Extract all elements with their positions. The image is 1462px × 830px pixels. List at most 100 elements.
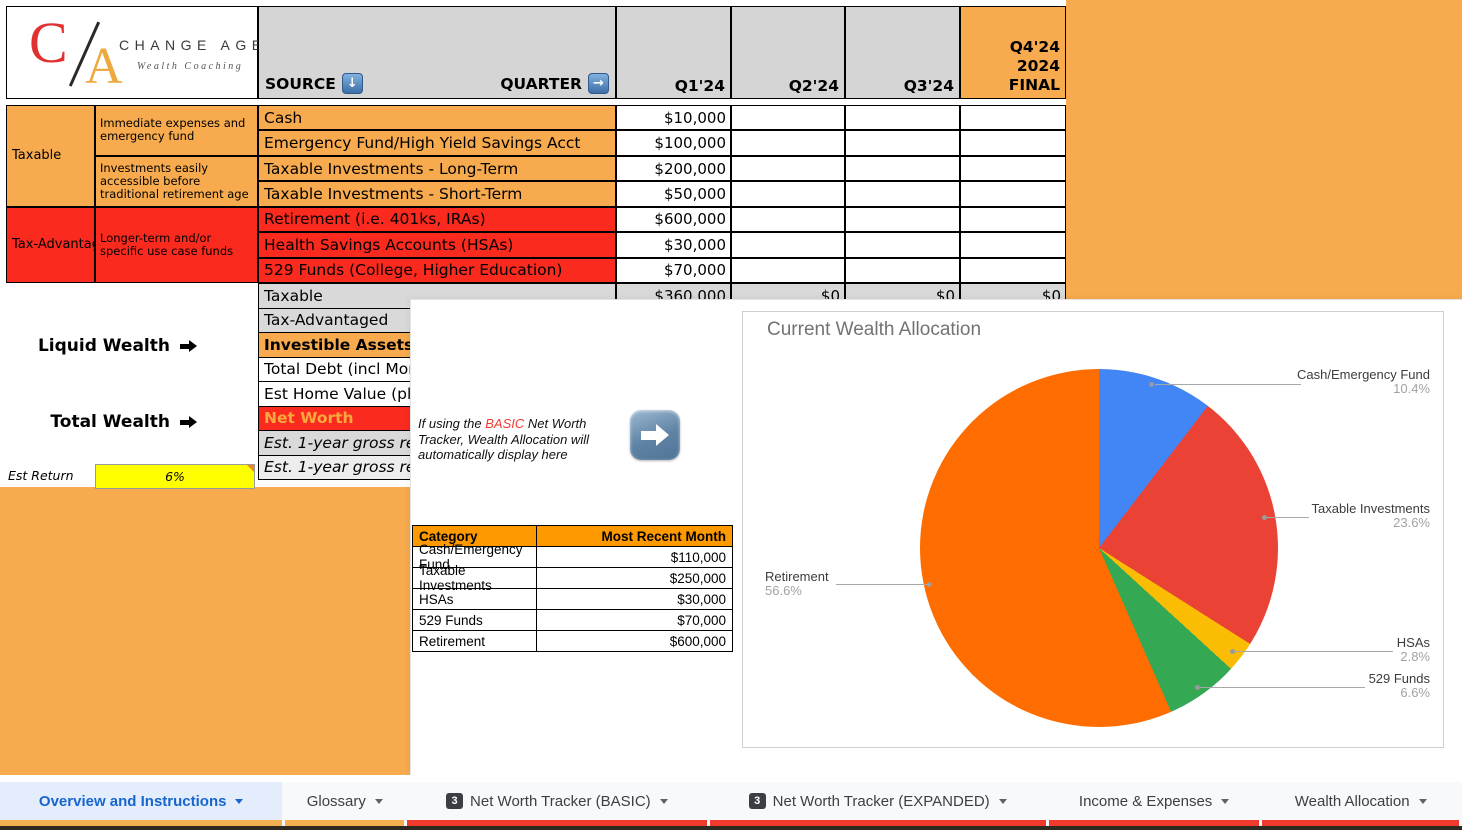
table-row: Retirement $600,000 — [413, 630, 732, 651]
cell-cat-taxable-investments[interactable]: Taxable Investments — [413, 568, 537, 588]
q4-header-line1: Q4'24 — [1010, 38, 1060, 57]
cell-q4-529[interactable] — [960, 258, 1066, 283]
logo-monogram-c: C — [29, 9, 68, 76]
pie[interactable] — [920, 369, 1278, 727]
q1-column-header[interactable]: Q1'24 — [616, 6, 731, 99]
cell-desc-immediate-expenses[interactable]: Immediate expenses and emergency fund — [95, 105, 258, 156]
cell-note-corner — [247, 465, 254, 472]
callout-label: Taxable Investments — [1311, 502, 1430, 516]
cell-desc-longer-term[interactable]: Longer-term and/or specific use case fun… — [95, 207, 258, 283]
tab-overview-and-instructions[interactable]: Overview and Instructions — [0, 782, 282, 820]
cell-q1-retirement[interactable]: $600,000 — [616, 207, 731, 232]
cell-q1-529[interactable]: $70,000 — [616, 258, 731, 283]
cell-q2-retirement[interactable] — [731, 207, 845, 232]
cell-val-retirement[interactable]: $600,000 — [537, 631, 732, 651]
chevron-down-icon[interactable] — [235, 799, 243, 804]
cell-q3-529[interactable] — [845, 258, 960, 283]
cell-source-retirement[interactable]: Retirement (i.e. 401ks, IRAs) — [258, 207, 616, 232]
right-arrow-icon — [180, 340, 197, 352]
cell-q3-cash[interactable] — [845, 105, 960, 130]
sheet-tab-bar: Overview and Instructions Glossary 3 Net… — [0, 775, 1462, 830]
net-worth-table: Taxable Immediate expenses and emergency… — [6, 105, 1066, 283]
tab-income-and-expenses[interactable]: Income & Expenses — [1049, 782, 1260, 820]
chevron-down-icon[interactable] — [375, 799, 383, 804]
quarter-header-label: QUARTER — [500, 75, 582, 93]
callout-dot-cash — [1149, 382, 1154, 387]
cell-source-529[interactable]: 529 Funds (College, Higher Education) — [258, 258, 616, 283]
callout-label: Cash/Emergency Fund — [1297, 368, 1430, 382]
chevron-down-icon[interactable] — [660, 799, 668, 804]
tab-net-worth-tracker-basic[interactable]: 3 Net Worth Tracker (BASIC) — [407, 782, 706, 820]
total-wealth-label[interactable]: Total Wealth — [0, 412, 197, 432]
cell-desc-accessible-investments[interactable]: Investments easily accessible before tra… — [95, 156, 258, 207]
cell-source-hsa[interactable]: Health Savings Accounts (HSAs) — [258, 232, 616, 257]
basic-tracker-note: If using the BASIC Net Worth Tracker, We… — [418, 416, 600, 463]
cell-q1-taxable-long-term[interactable]: $200,000 — [616, 156, 731, 181]
category-table: Category Most Recent Month Cash/Emergenc… — [412, 525, 733, 652]
cell-source-taxable-short-term[interactable]: Taxable Investments - Short-Term — [258, 181, 616, 206]
cell-q1-emergency-fund[interactable]: $100,000 — [616, 130, 731, 155]
callout-529-funds: 529 Funds 6.6% — [1369, 672, 1430, 700]
cell-group-taxable[interactable]: Taxable — [6, 105, 95, 207]
cell-q2-cash[interactable] — [731, 105, 845, 130]
cell-q2-529[interactable] — [731, 258, 845, 283]
cell-q3-taxable-long-term[interactable] — [845, 156, 960, 181]
cell-val-529-funds[interactable]: $70,000 — [537, 610, 732, 630]
source-quarter-header-cell[interactable]: SOURCE ↓ QUARTER → — [258, 6, 616, 99]
cell-cat-hsas[interactable]: HSAs — [413, 589, 537, 609]
cell-q4-hsa[interactable] — [960, 232, 1066, 257]
arrow-shaft — [641, 431, 656, 440]
cell-q4-taxable-short-term[interactable] — [960, 181, 1066, 206]
cell-group-tax-advantaged[interactable]: Tax-Advantaged — [6, 207, 95, 283]
cell-val-taxable-investments[interactable]: $250,000 — [537, 568, 732, 588]
q4-column-header[interactable]: Q4'24 2024 FINAL — [960, 6, 1066, 99]
cell-cat-529-funds[interactable]: 529 Funds — [413, 610, 537, 630]
cell-q4-taxable-long-term[interactable] — [960, 156, 1066, 181]
tab-net-worth-tracker-expanded[interactable]: 3 Net Worth Tracker (EXPANDED) — [710, 782, 1046, 820]
cell-q4-emergency-fund[interactable] — [960, 130, 1066, 155]
cell-q1-cash[interactable]: $10,000 — [616, 105, 731, 130]
right-arrow-icon — [180, 416, 197, 428]
cell-q3-taxable-short-term[interactable] — [845, 181, 960, 206]
most-recent-month-header-cell[interactable]: Most Recent Month — [537, 526, 732, 546]
window-bottom-edge — [0, 826, 1462, 830]
tab-wealth-allocation[interactable]: Wealth Allocation — [1262, 782, 1459, 820]
cell-q1-taxable-short-term[interactable]: $50,000 — [616, 181, 731, 206]
cell-q3-retirement[interactable] — [845, 207, 960, 232]
wealth-allocation-chart[interactable]: Current Wealth Allocation Cash/Emergency… — [742, 311, 1444, 748]
cell-q2-taxable-long-term[interactable] — [731, 156, 845, 181]
est-return-label[interactable]: Est Return — [8, 468, 74, 483]
tab-label: Net Worth Tracker (EXPANDED) — [773, 793, 990, 810]
callout-label: Retirement — [765, 570, 829, 584]
cell-q2-hsa[interactable] — [731, 232, 845, 257]
cell-source-taxable-long-term[interactable]: Taxable Investments - Long-Term — [258, 156, 616, 181]
cell-q4-retirement[interactable] — [960, 207, 1066, 232]
cell-q2-taxable-short-term[interactable] — [731, 181, 845, 206]
sort-right-icon[interactable]: → — [588, 73, 609, 94]
cell-source-cash[interactable]: Cash — [258, 105, 616, 130]
callout-taxable-investments: Taxable Investments 23.6% — [1311, 502, 1430, 530]
cell-val-hsas[interactable]: $30,000 — [537, 589, 732, 609]
callout-line-retirement — [836, 584, 930, 585]
tab-glossary[interactable]: Glossary — [285, 782, 404, 820]
q3-column-header[interactable]: Q3'24 — [845, 6, 960, 99]
cell-val-cash[interactable]: $110,000 — [537, 547, 732, 567]
sort-down-icon[interactable]: ↓ — [342, 73, 363, 94]
logo-cell[interactable]: C A CHANGE AGENT Wealth Coaching — [6, 6, 258, 99]
cell-q4-cash[interactable] — [960, 105, 1066, 130]
chevron-down-icon[interactable] — [1419, 799, 1427, 804]
cell-q3-emergency-fund[interactable] — [845, 130, 960, 155]
cell-q1-hsa[interactable]: $30,000 — [616, 232, 731, 257]
table-row: 529 Funds $70,000 — [413, 609, 732, 630]
cell-source-emergency-fund[interactable]: Emergency Fund/High Yield Savings Acct — [258, 130, 616, 155]
cell-q3-hsa[interactable] — [845, 232, 960, 257]
cell-cat-retirement[interactable]: Retirement — [413, 631, 537, 651]
liquid-wealth-label[interactable]: Liquid Wealth — [0, 336, 197, 356]
q2-column-header[interactable]: Q2'24 — [731, 6, 845, 99]
chevron-down-icon[interactable] — [1221, 799, 1229, 804]
est-return-value-cell[interactable]: 6% — [95, 464, 255, 489]
tab-badge: 3 — [446, 793, 463, 809]
cell-q2-emergency-fund[interactable] — [731, 130, 845, 155]
chevron-down-icon[interactable] — [999, 799, 1007, 804]
right-arrow-button[interactable] — [630, 410, 680, 460]
